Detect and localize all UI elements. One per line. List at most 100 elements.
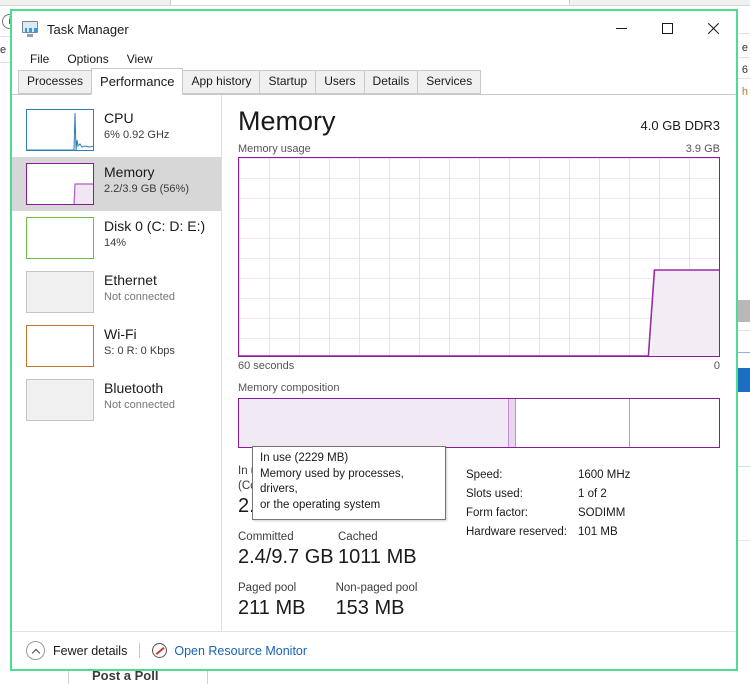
memory-header: Memory 4.0 GB DDR3	[238, 105, 720, 137]
sidebar-item-ethernet[interactable]: Ethernet Not connected	[12, 265, 221, 319]
close-button[interactable]	[690, 11, 736, 45]
spec-label: Form factor:	[466, 507, 528, 519]
sidebar-item-sub: 2.2/3.9 GB (56%)	[104, 183, 189, 195]
background-right-text: e	[741, 42, 748, 54]
page-title: Memory	[238, 106, 336, 136]
memory-composition-tooltip: In use (2229 MB) Memory used by processe…	[252, 446, 446, 520]
sidebar-item-memory[interactable]: Memory 2.2/3.9 GB (56%)	[12, 157, 221, 211]
background-divider	[736, 33, 750, 34]
stat-row-pools: Paged pool 211 MB Non-paged pool 153 MB	[238, 581, 438, 621]
stat-value: 1011 MB	[338, 546, 417, 568]
close-icon	[707, 22, 720, 35]
sidebar-item-label: CPU	[104, 110, 134, 126]
background-divider	[736, 78, 750, 79]
sidebar-item-label: Memory	[104, 164, 155, 180]
window-title: Task Manager	[47, 21, 129, 37]
tab-services[interactable]: Services	[417, 70, 482, 94]
axis-label-left: 60 seconds	[238, 360, 295, 372]
memory-specs-column: Speed: 1600 MHz Slots used: 1 of 2 Form …	[438, 464, 720, 632]
background-browser-tab	[170, 0, 570, 5]
cpu-thumbnail	[26, 109, 94, 151]
open-resource-monitor-link[interactable]: Open Resource Monitor	[174, 644, 307, 658]
tabstrip: Processes Performance App history Startu…	[12, 68, 736, 95]
resource-monitor-icon	[152, 643, 168, 658]
background-divider	[0, 36, 10, 37]
memory-usage-graph[interactable]	[238, 157, 720, 357]
maximize-icon	[661, 22, 673, 34]
memory-sparkline	[73, 183, 93, 204]
maximize-button[interactable]	[644, 11, 690, 45]
background-divider	[736, 466, 750, 467]
sidebar-item-sub: Not connected	[104, 291, 175, 303]
menu-item-options[interactable]: Options	[58, 49, 117, 69]
background-right-text: 6	[741, 64, 748, 76]
sidebar-item-label: Wi-Fi	[104, 326, 137, 342]
usage-label: Memory usage	[238, 143, 311, 155]
sidebar-item-label: Disk 0 (C: D: E:)	[104, 218, 206, 234]
spec-value: SODIMM	[578, 507, 626, 519]
stat-value: 153 MB	[335, 597, 405, 619]
tab-performance[interactable]: Performance	[91, 68, 184, 95]
spec-row-hardware-reserved: Hardware reserved: 101 MB	[466, 523, 720, 542]
minimize-button[interactable]	[598, 11, 644, 45]
sidebar-item-wifi[interactable]: Wi-Fi S: 0 R: 0 Kbps	[12, 319, 221, 373]
background-divider	[736, 330, 750, 331]
chevron-up-icon[interactable]	[26, 641, 45, 660]
composition-label: Memory composition	[238, 382, 340, 394]
wifi-thumbnail	[26, 325, 94, 367]
background-divider	[0, 62, 10, 63]
memory-composition-bar[interactable]	[238, 398, 720, 448]
sidebar-item-bluetooth[interactable]: Bluetooth Not connected	[12, 373, 221, 427]
stat-row-committed: Committed 2.4/9.7 GB Cached 1011 MB	[238, 530, 438, 570]
menu-item-file[interactable]: File	[21, 49, 58, 69]
spec-label: Slots used:	[466, 488, 523, 500]
background-divider	[736, 352, 750, 353]
tab-app-history[interactable]: App history	[182, 70, 261, 94]
tab-startup[interactable]: Startup	[259, 70, 317, 94]
minimize-icon	[615, 27, 627, 29]
composition-segment-in-use[interactable]	[239, 399, 508, 447]
fewer-details-button[interactable]: Fewer details	[53, 644, 127, 658]
sidebar-item-label: Ethernet	[104, 272, 157, 288]
stat-label: Committed	[238, 531, 294, 543]
tooltip-title: In use (2229 MB)	[260, 452, 349, 464]
background-highlight-block	[736, 368, 750, 392]
performance-pane: CPU 6% 0.92 GHz Memory 2.2/3.9 GB (56%)	[12, 95, 736, 631]
spec-label: Hardware reserved:	[466, 526, 567, 538]
sidebar-item-sub: S: 0 R: 0 Kbps	[104, 345, 175, 357]
tab-details[interactable]: Details	[363, 70, 419, 94]
tooltip-description-line-1: Memory used by processes, drivers,	[260, 467, 404, 496]
sidebar-item-label: Bluetooth	[104, 380, 164, 396]
sidebar-item-disk-0[interactable]: Disk 0 (C: D: E:) 14%	[12, 211, 221, 265]
stat-paged-pool: Paged pool 211 MB	[238, 581, 336, 621]
sidebar-item-sub: 6% 0.92 GHz	[104, 129, 170, 141]
sidebar-item-cpu[interactable]: CPU 6% 0.92 GHz	[12, 103, 221, 157]
tooltip-description-line-2: or the operating system	[260, 498, 381, 511]
memory-total-spec: 4.0 GB DDR3	[640, 118, 720, 133]
stat-committed: Committed 2.4/9.7 GB	[238, 530, 338, 570]
cpu-sparkline	[27, 112, 93, 150]
stat-value: 211 MB	[238, 597, 306, 619]
task-manager-icon	[22, 20, 39, 38]
usage-graph-caption: Memory usage 3.9 GB	[238, 143, 720, 155]
composition-segment-free[interactable]	[630, 399, 719, 447]
bluetooth-thumbnail	[26, 379, 94, 421]
composition-segment-standby[interactable]	[516, 399, 630, 447]
task-manager-window: Task Manager File Options View Processes…	[10, 9, 738, 671]
background-left-text: e	[0, 44, 7, 56]
tab-processes[interactable]: Processes	[18, 70, 93, 94]
background-right-text: h	[741, 86, 748, 98]
stat-cached: Cached 1011 MB	[338, 530, 438, 570]
spec-label: Speed:	[466, 469, 503, 481]
spec-row-form-factor: Form factor: SODIMM	[466, 504, 720, 523]
sidebar-item-sub: Not connected	[104, 399, 175, 411]
disk-thumbnail	[26, 217, 94, 259]
stat-value: 2.4/9.7 GB	[238, 546, 334, 568]
tab-users[interactable]: Users	[315, 70, 365, 94]
spec-row-slots-used: Slots used: 1 of 2	[466, 485, 720, 504]
window-titlebar[interactable]: Task Manager	[12, 11, 736, 47]
usage-max-label: 3.9 GB	[685, 143, 720, 155]
memory-usage-plot	[239, 269, 719, 356]
footer-separator	[139, 643, 141, 658]
menu-item-view[interactable]: View	[118, 49, 162, 69]
